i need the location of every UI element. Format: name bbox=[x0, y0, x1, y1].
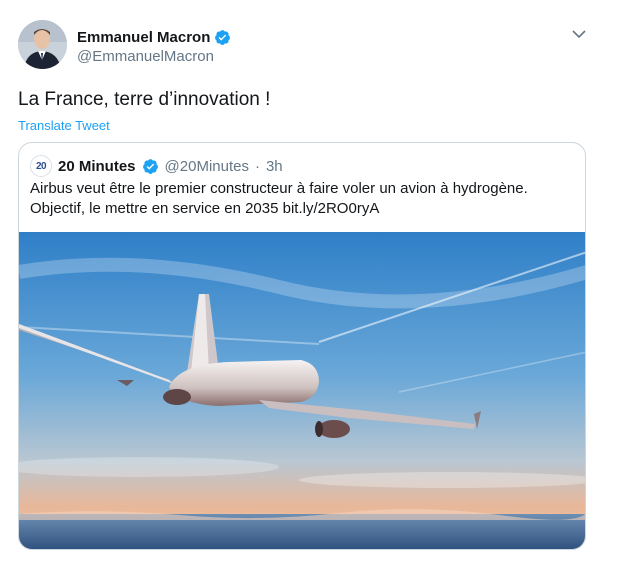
verified-badge-icon bbox=[142, 158, 158, 174]
chevron-down-icon[interactable] bbox=[571, 28, 587, 40]
airplane-photo[interactable] bbox=[19, 232, 586, 550]
quoted-author-avatar[interactable]: 20 bbox=[30, 155, 52, 177]
quoted-author-name[interactable]: 20 Minutes bbox=[58, 158, 136, 175]
quoted-tweet-card[interactable]: 20 20 Minutes @20Minutes · 3h Airbus veu… bbox=[18, 142, 586, 550]
translate-tweet-link[interactable]: Translate Tweet bbox=[18, 118, 110, 133]
quoted-tweet-text-line1: Airbus veut être le premier constructeur… bbox=[30, 180, 528, 197]
quoted-tweet-text: Airbus veut être le premier constructeur… bbox=[30, 179, 570, 219]
avatar[interactable] bbox=[18, 20, 67, 69]
quoted-author-logo-text: 20 bbox=[35, 160, 47, 172]
quoted-tweet-header: 20 20 Minutes @20Minutes · 3h bbox=[30, 155, 283, 177]
author-handle[interactable]: @EmmanuelMacron bbox=[77, 48, 214, 65]
quoted-tweet-time[interactable]: 3h bbox=[266, 158, 283, 175]
separator-dot: · bbox=[254, 157, 260, 175]
quoted-tweet-text-line2: Objectif, le mettre en service en 2035 b… bbox=[30, 200, 380, 217]
verified-badge-icon bbox=[215, 30, 231, 45]
avatar-photo-icon bbox=[18, 20, 67, 69]
quoted-author-handle[interactable]: @20Minutes bbox=[165, 158, 249, 175]
author-display-name[interactable]: Emmanuel Macron bbox=[77, 29, 210, 46]
tweet-text: La France, terre d’innovation ! bbox=[18, 89, 271, 110]
author-name-row[interactable]: Emmanuel Macron bbox=[77, 29, 231, 46]
